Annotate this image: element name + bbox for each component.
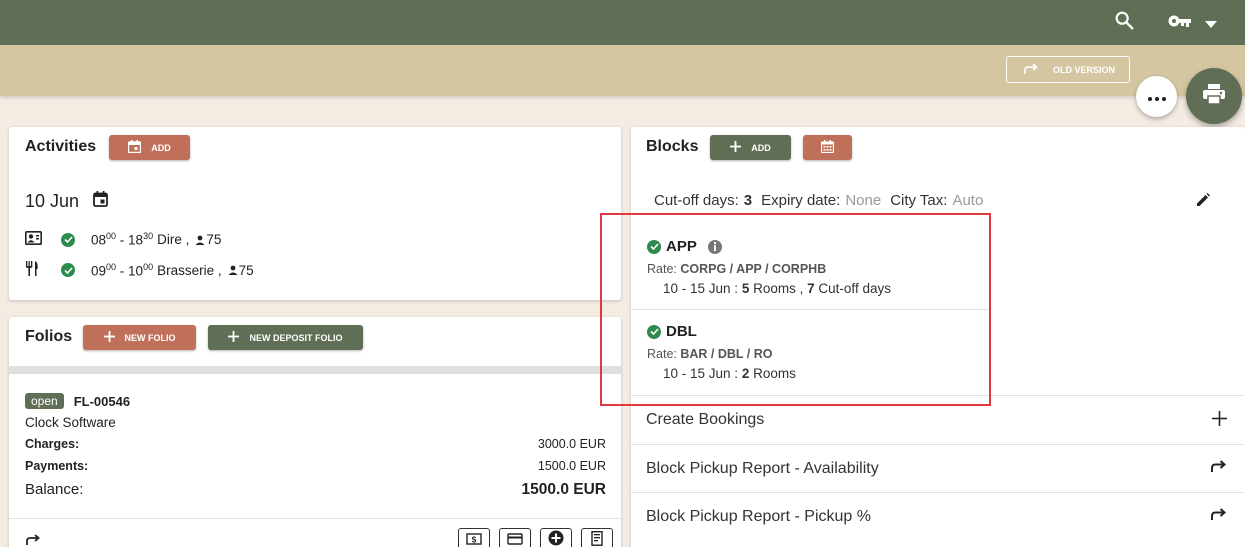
activity-guests: 75 bbox=[206, 232, 222, 247]
activities-date-text: 10 Jun bbox=[25, 191, 80, 211]
add-block-label: ADD bbox=[751, 142, 771, 153]
restaurant-icon bbox=[25, 261, 45, 279]
activity-time: 0800 - 1830 bbox=[91, 231, 154, 248]
activity-time: 0900 - 1000 bbox=[91, 261, 154, 279]
calendar-icon bbox=[128, 140, 142, 155]
new-folio-button[interactable]: NEW FOLIO bbox=[83, 325, 196, 350]
folio-status-badge: open bbox=[25, 393, 64, 409]
confirmed-check-icon bbox=[647, 239, 661, 254]
activity-guests: 75 bbox=[238, 262, 254, 278]
rate-dates-line: 10 - 15 Jun : 2 Rooms bbox=[663, 366, 796, 381]
confirmed-check-icon bbox=[61, 232, 75, 247]
add-activity-label: ADD bbox=[151, 142, 171, 153]
redo-arrow-icon bbox=[1210, 508, 1227, 526]
plus-icon bbox=[103, 331, 115, 344]
info-icon[interactable] bbox=[707, 239, 722, 254]
pickup-percent-report-item[interactable]: Block Pickup Report - Pickup % bbox=[631, 492, 1245, 540]
block-rate-item[interactable]: DBL Rate: BAR / DBL / RO 10 - 15 Jun : 2… bbox=[647, 323, 987, 381]
more-horizontal-icon bbox=[1147, 88, 1166, 106]
block-settings-line: Cut-off days: 3 Expiry date: None City T… bbox=[654, 192, 984, 209]
rate-line: Rate: BAR / DBL / RO bbox=[647, 347, 773, 361]
plus-icon bbox=[228, 331, 240, 344]
person-icon bbox=[195, 232, 205, 248]
invoice-button[interactable] bbox=[581, 528, 613, 547]
folio-header[interactable]: open FL-00546 bbox=[25, 393, 130, 409]
rate-divider bbox=[631, 309, 991, 310]
balance-label: Balance: bbox=[25, 481, 84, 498]
activity-row[interactable]: 0900 - 1000 Brasserie , 75 bbox=[25, 261, 254, 279]
rate-codes: BAR / DBL / RO bbox=[680, 347, 773, 361]
add-block-button[interactable]: ADD bbox=[710, 135, 791, 160]
plus-icon bbox=[730, 141, 742, 154]
credit-card-icon bbox=[507, 532, 523, 547]
new-deposit-folio-label: NEW DEPOSIT FOLIO bbox=[249, 332, 343, 343]
create-bookings-item[interactable]: Create Bookings bbox=[631, 395, 1245, 443]
caret-down-icon[interactable] bbox=[1205, 16, 1217, 34]
activities-card: Activities ADD 10 Jun 0800 - 1830 Dire ,… bbox=[9, 127, 621, 300]
redo-arrow-icon bbox=[1210, 460, 1227, 478]
room-type-code: DBL bbox=[666, 323, 697, 340]
rate-codes: CORPG / APP / CORPHB bbox=[680, 262, 827, 276]
blocks-title: Blocks bbox=[646, 138, 699, 155]
calendar-event-icon[interactable] bbox=[93, 191, 108, 212]
svg-text:$: $ bbox=[472, 535, 477, 544]
person-icon bbox=[228, 262, 238, 278]
balance-value: 1500.0 EUR bbox=[521, 481, 606, 498]
add-circle-icon bbox=[548, 530, 564, 547]
room-type-code: APP bbox=[666, 238, 697, 255]
new-folio-label: NEW FOLIO bbox=[124, 332, 176, 343]
top-app-bar bbox=[0, 0, 1245, 45]
search-icon[interactable] bbox=[1113, 9, 1135, 36]
activity-row[interactable]: 0800 - 1830 Dire , 75 bbox=[25, 231, 221, 248]
charges-label: Charges: bbox=[25, 437, 80, 451]
edit-pencil-icon[interactable] bbox=[1196, 193, 1210, 212]
block-calendar-button[interactable] bbox=[803, 135, 852, 160]
activities-date: 10 Jun bbox=[25, 191, 108, 212]
pickup-availability-report-item[interactable]: Block Pickup Report - Availability bbox=[631, 444, 1245, 492]
old-version-button[interactable]: OLD VERSION bbox=[1006, 56, 1130, 83]
cash-payment-button[interactable]: $ bbox=[458, 528, 490, 547]
confirmed-check-icon bbox=[647, 324, 661, 339]
confirmed-check-icon bbox=[61, 263, 75, 277]
calendar-grid-icon bbox=[820, 140, 835, 155]
folio-company: Clock Software bbox=[25, 415, 116, 430]
folio-list-divider bbox=[9, 366, 621, 374]
new-deposit-folio-button[interactable]: NEW DEPOSIT FOLIO bbox=[208, 325, 363, 350]
print-button[interactable] bbox=[1186, 68, 1242, 124]
more-options-button[interactable] bbox=[1136, 76, 1177, 117]
sub-header-bar: OLD VERSION bbox=[0, 45, 1245, 96]
add-charge-button[interactable] bbox=[540, 528, 572, 547]
key-icon[interactable] bbox=[1167, 10, 1193, 37]
cutoff-days-value: 3 bbox=[743, 192, 753, 209]
rate-line: Rate: CORPG / APP / CORPHB bbox=[647, 262, 827, 276]
cash-icon: $ bbox=[466, 532, 482, 547]
receipt-icon bbox=[591, 530, 603, 547]
activity-name: Brasserie , bbox=[157, 262, 222, 278]
meeting-room-icon bbox=[25, 231, 45, 248]
activity-name: Dire , bbox=[157, 232, 190, 247]
folio-footer-divider bbox=[9, 518, 621, 519]
redo-arrow-icon[interactable] bbox=[25, 533, 40, 547]
folio-number: FL-00546 bbox=[73, 393, 131, 409]
folios-card: Folios NEW FOLIO NEW DEPOSIT FOLIO open … bbox=[9, 317, 621, 547]
city-tax-value: Auto bbox=[952, 192, 984, 209]
add-activity-button[interactable]: ADD bbox=[109, 135, 190, 160]
plus-icon bbox=[1212, 411, 1227, 431]
payments-value: 1500.0 EUR bbox=[537, 459, 606, 473]
block-rate-item[interactable]: APP Rate: CORPG / APP / CORPHB 10 - 15 J… bbox=[647, 238, 987, 296]
expiry-date-value: None bbox=[845, 192, 882, 209]
activities-title: Activities bbox=[25, 138, 97, 155]
redo-arrow-icon bbox=[1023, 62, 1039, 77]
folios-title: Folios bbox=[25, 328, 73, 345]
card-payment-button[interactable] bbox=[499, 528, 531, 547]
rate-dates-line: 10 - 15 Jun : 5 Rooms , 7 Cut-off days bbox=[663, 281, 891, 296]
charges-value: 3000.0 EUR bbox=[537, 437, 606, 451]
print-icon bbox=[1203, 83, 1225, 109]
old-version-label: OLD VERSION bbox=[1053, 64, 1116, 75]
payments-label: Payments: bbox=[25, 459, 89, 473]
